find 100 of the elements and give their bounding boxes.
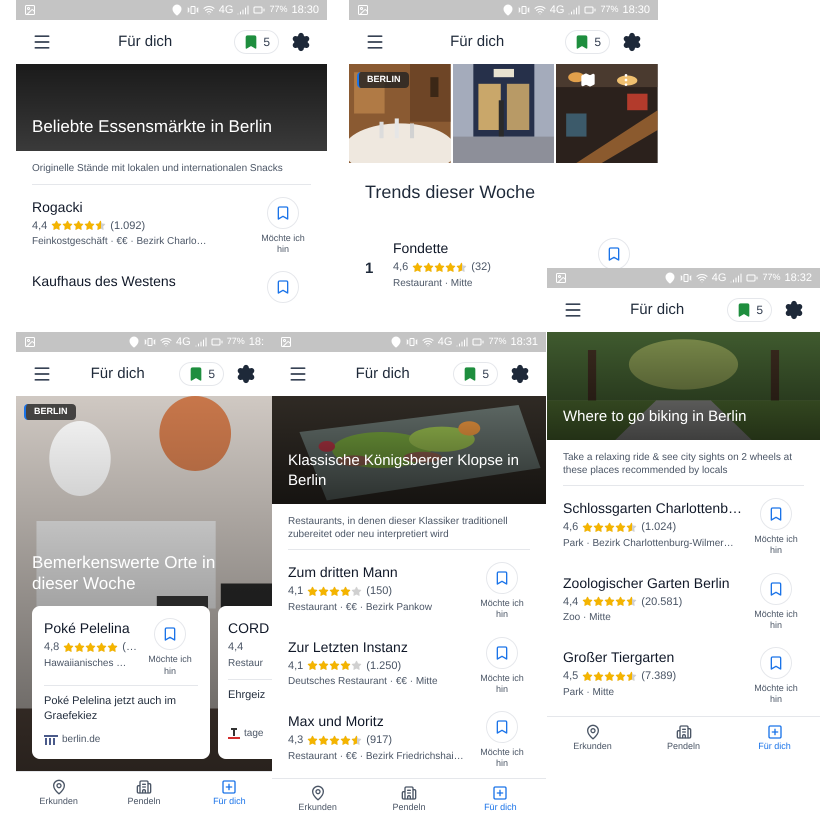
network-type: 4G bbox=[176, 334, 191, 350]
save-button[interactable] bbox=[486, 636, 518, 668]
bookmark-icon bbox=[606, 246, 622, 262]
image-icon bbox=[24, 4, 36, 16]
location-icon bbox=[170, 4, 183, 16]
star-icon bbox=[95, 220, 106, 232]
place-name[interactable]: Max und Moritz bbox=[288, 711, 384, 732]
star-icon bbox=[329, 586, 340, 597]
save-button[interactable] bbox=[267, 271, 299, 303]
bookmark-icon bbox=[768, 655, 784, 671]
nav-tab[interactable]: Für dich bbox=[186, 772, 272, 815]
page-title: Für dich bbox=[449, 32, 506, 52]
place-details: Restaurant · €€ · Bezirk Pankow bbox=[288, 600, 432, 614]
rating: 4,1 bbox=[288, 584, 304, 599]
page-title: Für dich bbox=[90, 364, 146, 384]
save-button[interactable] bbox=[486, 711, 518, 743]
save-button[interactable] bbox=[760, 647, 792, 679]
page-title: Für dich bbox=[354, 364, 411, 384]
star-icon bbox=[329, 660, 340, 672]
save-button[interactable] bbox=[760, 498, 792, 530]
settings-icon bbox=[236, 364, 256, 384]
nav-tab[interactable]: Erkunden bbox=[16, 772, 102, 815]
save-button[interactable] bbox=[267, 196, 299, 228]
banner-title: Where to go biking in Berlin bbox=[563, 407, 748, 428]
nav-tab[interactable]: Erkunden bbox=[272, 778, 364, 815]
image-icon bbox=[280, 336, 292, 348]
place-details: Restaurant · €€ · Bezirk Friedrichshai… bbox=[288, 750, 464, 764]
battery-level: 77% bbox=[226, 335, 245, 348]
nav-tab[interactable]: Pendeln bbox=[101, 772, 187, 815]
place-name[interactable]: Fondette bbox=[393, 238, 448, 259]
list-description: Take a relaxing ride & see city sights on 2 wheels at these places recommended by locals bbox=[562, 451, 794, 478]
place-details: Deutsches Restaurant · €€ · Mitte bbox=[288, 675, 438, 689]
place-name[interactable]: Schlossgarten Charlottenb… bbox=[563, 498, 742, 519]
place-name[interactable]: Rogacki bbox=[32, 196, 83, 218]
saved-places-button[interactable]: 5 bbox=[179, 362, 224, 386]
rank-number: 1 bbox=[365, 259, 374, 279]
star-icon bbox=[582, 522, 594, 533]
star-icon bbox=[626, 522, 638, 533]
star-icon bbox=[84, 220, 96, 232]
rating: 4,5 bbox=[563, 669, 578, 684]
place-details: Restaurant · Mitte bbox=[393, 276, 472, 290]
network-type: 4G bbox=[218, 2, 234, 18]
star-icon bbox=[615, 670, 626, 682]
location-icon bbox=[310, 785, 326, 802]
place-name[interactable]: Großer Tiergarten bbox=[563, 647, 674, 668]
vibrate-icon bbox=[186, 4, 199, 16]
saved-places-button[interactable]: 5 bbox=[727, 298, 772, 322]
signal-icon bbox=[456, 336, 468, 348]
plus-square-icon bbox=[221, 778, 238, 795]
nav-tab[interactable]: Für dich bbox=[454, 778, 546, 815]
saved-places-button[interactable]: 5 bbox=[234, 30, 279, 54]
star-icon bbox=[604, 596, 616, 608]
nav-tab[interactable]: Pendeln bbox=[363, 778, 455, 815]
bookmark-icon bbox=[462, 366, 478, 382]
nav-tab[interactable]: Pendeln bbox=[638, 717, 729, 760]
bookmark-icon bbox=[574, 34, 590, 50]
star-icon bbox=[318, 586, 330, 597]
star-icon bbox=[351, 586, 362, 597]
place-name[interactable]: Zum dritten Mann bbox=[288, 562, 398, 583]
page-title: Für dich bbox=[629, 300, 686, 320]
bookmark-icon bbox=[736, 302, 752, 318]
battery-icon bbox=[253, 4, 266, 16]
place-name[interactable]: Zur Letzten Instanz bbox=[288, 636, 408, 658]
banner-title: Beliebte Essensmärkte in Berlin bbox=[32, 116, 272, 138]
star-icon bbox=[351, 734, 362, 746]
save-label: Möchte ich hin bbox=[753, 683, 799, 706]
clock: 18:30 bbox=[291, 2, 319, 18]
star-icon bbox=[615, 596, 626, 608]
star-icon bbox=[307, 734, 318, 746]
battery-level: 77% bbox=[488, 335, 506, 348]
save-button[interactable] bbox=[760, 572, 792, 604]
nav-tab[interactable]: Für dich bbox=[729, 717, 820, 760]
battery-level: 77% bbox=[269, 3, 288, 16]
saved-places-button[interactable]: 5 bbox=[565, 30, 610, 54]
review-count: (7.389) bbox=[641, 669, 676, 684]
clock: 18: bbox=[248, 334, 264, 350]
rating: 4,1 bbox=[288, 658, 304, 674]
settings-icon bbox=[510, 364, 530, 384]
location-icon bbox=[50, 778, 67, 795]
nav-tab[interactable]: Erkunden bbox=[547, 717, 638, 760]
bookmark-icon bbox=[768, 580, 784, 596]
city-tag: BERLIN bbox=[357, 72, 408, 88]
clock: 18:31 bbox=[510, 334, 538, 350]
image-icon bbox=[24, 336, 36, 348]
saved-places-button[interactable]: 5 bbox=[453, 362, 498, 386]
banner-title: Klassische Königsberger Klopse in Berlin bbox=[288, 450, 520, 492]
star-icon bbox=[615, 522, 626, 533]
map-icon[interactable] bbox=[580, 72, 596, 88]
save-label: Möchte ich hin bbox=[260, 232, 306, 255]
star-icon bbox=[582, 670, 594, 682]
save-button[interactable] bbox=[486, 562, 518, 594]
place-name[interactable]: Kaufhaus des Westens bbox=[32, 271, 176, 292]
place-name[interactable]: Zoologischer Garten Berlin bbox=[563, 572, 730, 594]
star-icon bbox=[582, 596, 594, 608]
building-icon bbox=[400, 785, 417, 802]
location-icon bbox=[128, 336, 140, 348]
save-button[interactable] bbox=[598, 238, 630, 270]
review-count: (917) bbox=[366, 733, 392, 748]
location-icon bbox=[390, 336, 402, 348]
rating: 4,3 bbox=[288, 733, 304, 748]
